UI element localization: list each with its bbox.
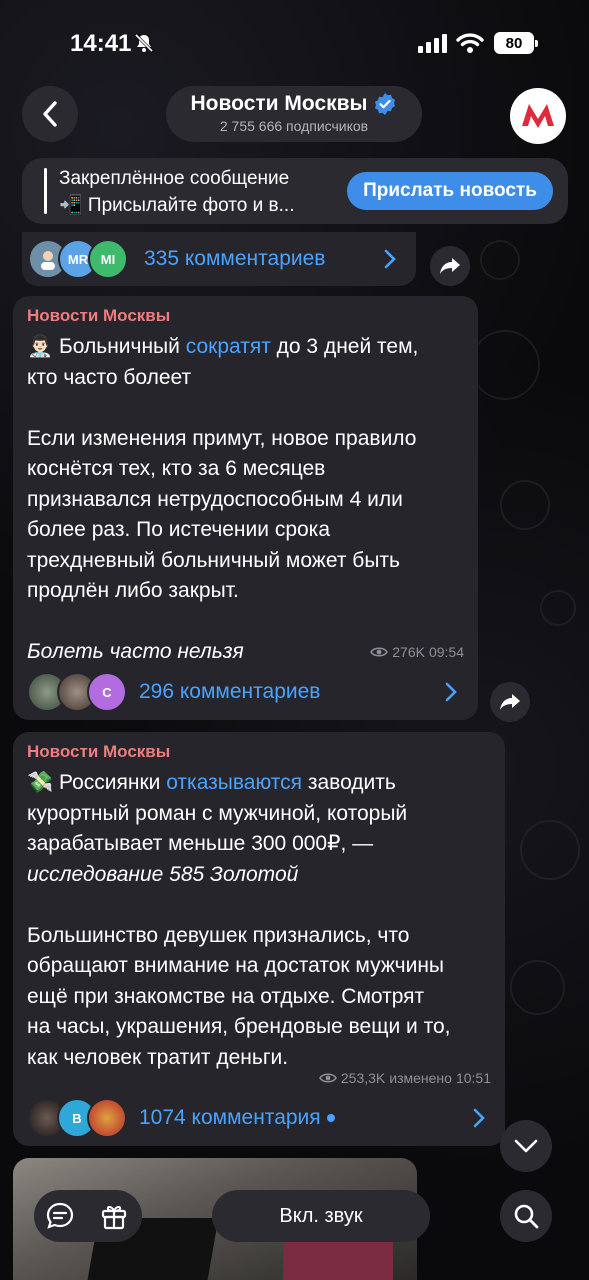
sender-name: Новости Москвы	[27, 742, 171, 761]
metro-logo-icon	[515, 93, 561, 139]
comments-bar[interactable]: B 1074 комментария	[13, 1090, 505, 1146]
search-icon	[514, 1204, 539, 1229]
view-count: 253,3K	[340, 1070, 386, 1086]
emoji-money: 💸	[27, 771, 54, 794]
back-button[interactable]	[22, 86, 78, 142]
status-time: 14:41	[70, 30, 132, 57]
verified-icon	[375, 93, 396, 115]
scroll-down-button[interactable]	[500, 1120, 552, 1172]
gift-button[interactable]	[96, 1198, 132, 1234]
message-bubble[interactable]: Новости Москвы 💸 Россиянки отказываются …	[13, 732, 505, 1090]
search-button[interactable]	[500, 1190, 552, 1242]
avatar: C	[87, 672, 127, 712]
hashtag-link[interactable]: отказываются	[166, 771, 302, 794]
message-text: 💸 Россиянки отказываются заводить курорт…	[27, 771, 451, 1069]
chevron-right-icon	[445, 682, 457, 702]
wifi-icon	[456, 33, 484, 53]
eye-icon	[370, 647, 389, 657]
chevron-right-icon	[384, 249, 396, 269]
subscriber-count: 2 755 666 подписчиков	[219, 118, 369, 134]
pinned-message-bar[interactable]: Закреплённое сообщение 📲 Присылайте фото…	[22, 158, 568, 224]
chevron-down-icon	[514, 1139, 538, 1153]
commenter-avatars: B	[27, 1098, 127, 1138]
channel-title: Новости Москвы	[190, 92, 368, 115]
comments-bar[interactable]: MR MI 335 комментариев	[22, 232, 416, 286]
unread-dot	[326, 1114, 335, 1122]
share-arrow-icon	[440, 258, 460, 274]
view-count: 276K	[392, 644, 425, 660]
pinned-title: Закреплённое сообщение	[59, 168, 290, 189]
channel-avatar[interactable]	[510, 88, 566, 144]
chevron-right-icon	[473, 1108, 485, 1128]
message-bubble[interactable]: Новости Москвы 👨🏻‍⚕️ Больничный сократят…	[13, 296, 478, 664]
chat-bubble-icon	[46, 1202, 74, 1229]
chevron-left-icon	[43, 101, 57, 127]
battery-indicator: 80	[494, 32, 538, 54]
comments-button[interactable]	[42, 1198, 78, 1234]
bottom-actions-pill	[34, 1190, 142, 1242]
share-button[interactable]	[430, 246, 470, 286]
share-arrow-icon	[500, 694, 520, 710]
status-bar: 14:41 80	[0, 0, 589, 80]
hashtag-link[interactable]: сократят	[186, 335, 271, 358]
send-news-button[interactable]: Прислать новость	[347, 172, 553, 210]
message-time: 09:54	[428, 644, 464, 660]
comments-count: 1074 комментария	[139, 1106, 321, 1129]
comments-bar[interactable]: C 296 комментариев	[13, 664, 478, 720]
message-meta: 276K 09:54	[370, 644, 464, 660]
commenter-avatars: C	[27, 672, 127, 712]
avatar: MI	[88, 239, 128, 279]
cellular-signal-icon	[418, 34, 447, 53]
emoji-doctor: 👨🏻‍⚕️	[27, 335, 54, 358]
person-icon	[41, 251, 55, 270]
message-meta: 253,3K изменено 10:51	[318, 1070, 491, 1086]
channel-title-pill[interactable]: Новости Москвы 2 755 666 подписчиков	[166, 86, 422, 142]
bell-muted-icon	[134, 33, 154, 53]
gift-icon	[101, 1205, 127, 1230]
edited-label: изменено	[389, 1070, 452, 1086]
eye-icon	[318, 1073, 337, 1083]
avatar	[87, 1098, 127, 1138]
message-text: 👨🏻‍⚕️ Больничный сократят до 3 дней тем,…	[27, 335, 419, 663]
sender-name: Новости Москвы	[27, 306, 171, 325]
italic-caption: Болеть часто нельзя	[27, 640, 244, 663]
pinned-text: 📲 Присылайте фото и в...	[59, 195, 295, 216]
share-button[interactable]	[490, 682, 530, 722]
comments-count: 335 комментариев	[144, 247, 326, 270]
message-time: 10:51	[455, 1070, 491, 1086]
comments-count: 296 комментариев	[139, 680, 321, 703]
pinned-indicator	[44, 168, 47, 214]
enable-sound-button[interactable]: Вкл. звук	[212, 1190, 430, 1242]
commenter-avatars: MR MI	[28, 239, 138, 279]
